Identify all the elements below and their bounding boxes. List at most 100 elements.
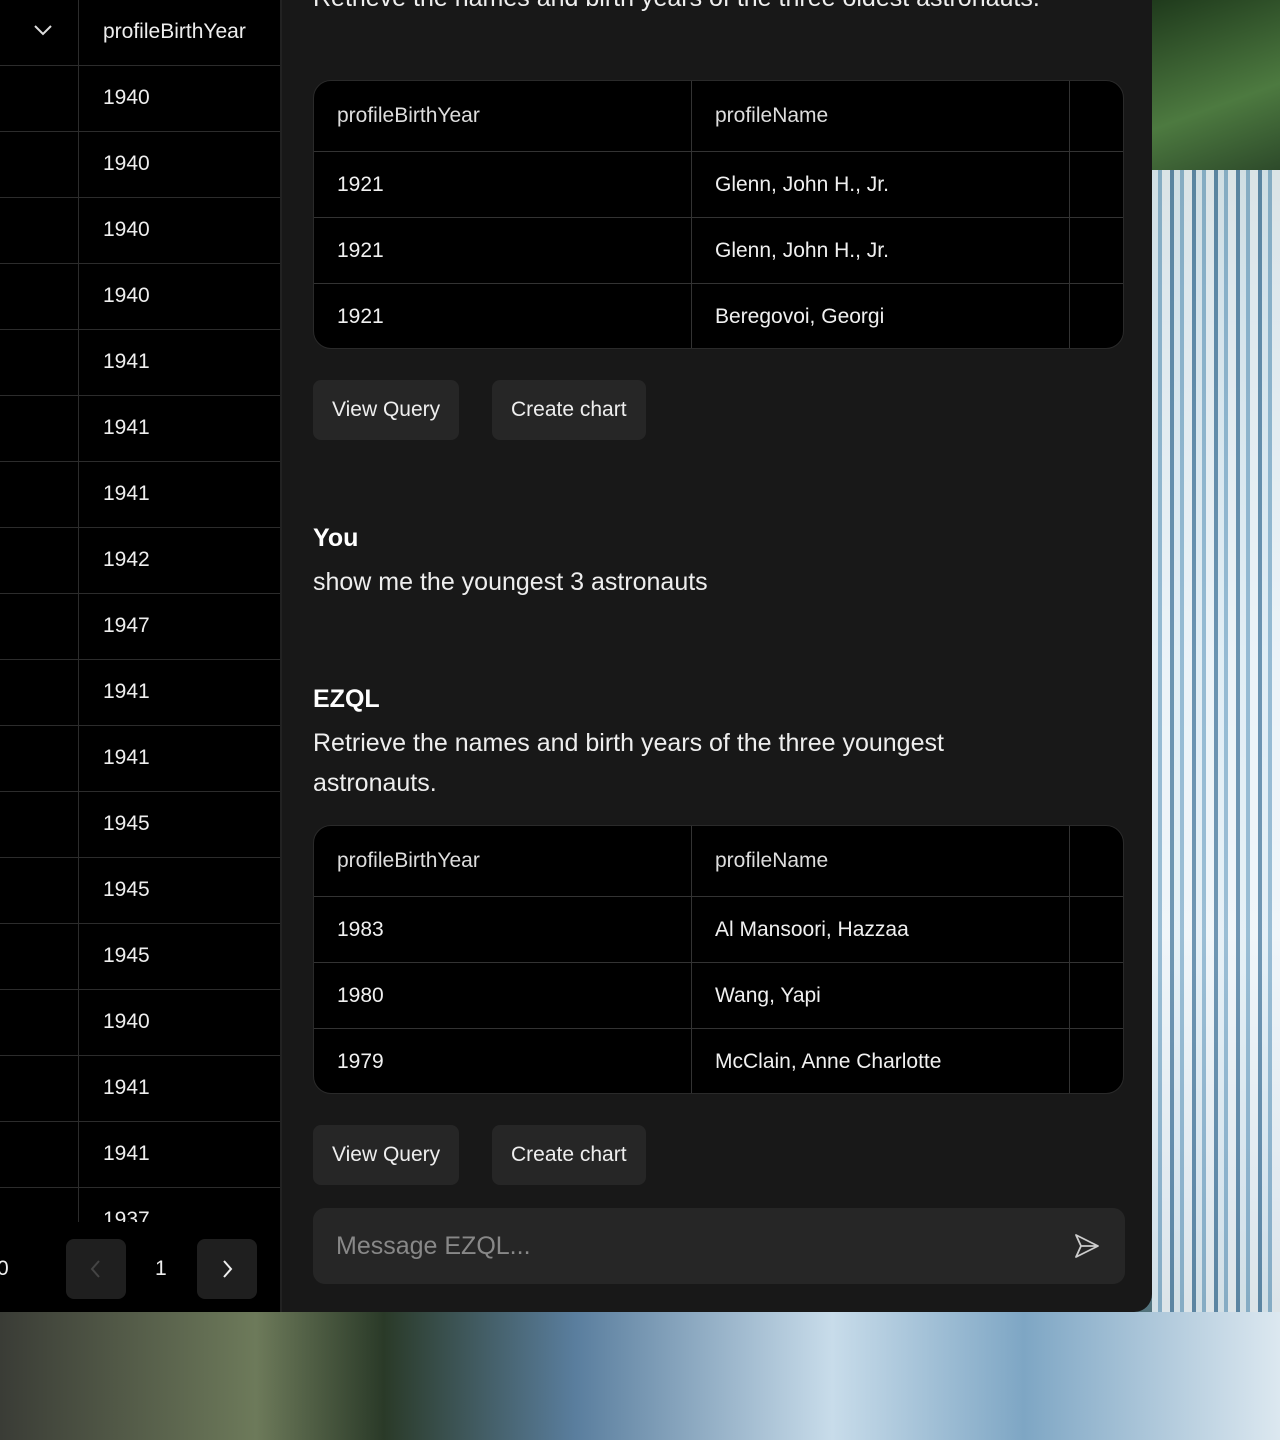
table-row: 1941 xyxy=(0,726,280,792)
cell: 1983 xyxy=(337,918,384,941)
table-header-row: profileBirthYear profileName xyxy=(314,826,1123,897)
cell-birth-year: 1941 xyxy=(103,350,150,373)
row-cell-empty xyxy=(0,594,79,659)
current-page: 1 xyxy=(155,1257,167,1280)
table-row: 1941 xyxy=(0,1056,280,1122)
cell-birth-year: 1940 xyxy=(103,86,150,109)
cell: Wang, Yapi xyxy=(715,984,821,1007)
view-query-button[interactable]: View Query xyxy=(313,1125,460,1185)
bot-message-previous: Retrieve the names and birth years of th… xyxy=(313,0,1053,18)
prev-page-button[interactable] xyxy=(66,1239,126,1299)
row-cell-empty xyxy=(0,528,79,593)
create-chart-button[interactable]: Create chart xyxy=(492,380,646,440)
table-row: 1945 xyxy=(0,792,280,858)
table-row: 1945 xyxy=(0,858,280,924)
cell: 1980 xyxy=(337,984,384,1007)
cell-birth-year: 1945 xyxy=(103,812,150,835)
cell-birth-year: 1942 xyxy=(103,548,150,571)
user-message: show me the youngest 3 astronauts xyxy=(313,568,708,596)
cell-birth-year: 1941 xyxy=(103,746,150,769)
create-chart-button[interactable]: Create chart xyxy=(492,1125,646,1185)
expand-column[interactable] xyxy=(0,0,79,65)
table-row: 1941 xyxy=(0,330,280,396)
message-placeholder: Message EZQL... xyxy=(336,1232,531,1260)
table-row: 1983 Al Mansoori, Hazzaa xyxy=(314,897,1123,963)
column-header[interactable]: profileBirthYear xyxy=(103,0,246,64)
row-cell-empty xyxy=(0,726,79,791)
cell: Al Mansoori, Hazzaa xyxy=(715,918,909,941)
row-count: 0 xyxy=(0,1257,9,1280)
background-waterfall xyxy=(1152,0,1280,1312)
cell: 1921 xyxy=(337,305,384,328)
cell-birth-year: 1940 xyxy=(103,152,150,175)
cell-birth-year: 1940 xyxy=(103,1010,150,1033)
cell-birth-year: 1947 xyxy=(103,614,150,637)
row-cell-empty xyxy=(0,396,79,461)
cell-birth-year: 1940 xyxy=(103,284,150,307)
table-row: 1941 xyxy=(0,660,280,726)
cell-birth-year: 1940 xyxy=(103,218,150,241)
cell: profileBirthYear xyxy=(337,104,480,127)
cell: Glenn, John H., Jr. xyxy=(715,239,889,262)
row-cell-empty xyxy=(0,264,79,329)
row-cell-empty xyxy=(0,858,79,923)
cell: McClain, Anne Charlotte xyxy=(715,1050,942,1073)
table-row: 1942 xyxy=(0,528,280,594)
row-cell-empty xyxy=(0,132,79,197)
table-row: 1941 xyxy=(0,396,280,462)
row-cell-empty xyxy=(0,330,79,395)
cell-birth-year: 1941 xyxy=(103,416,150,439)
table-row: 1945 xyxy=(0,924,280,990)
table-row: 1921 Glenn, John H., Jr. xyxy=(314,218,1123,284)
cell-birth-year: 1945 xyxy=(103,878,150,901)
cell-birth-year: 1945 xyxy=(103,944,150,967)
cell: Glenn, John H., Jr. xyxy=(715,173,889,196)
chat-panel: Retrieve the names and birth years of th… xyxy=(282,0,1152,1312)
table-row: 1940 xyxy=(0,990,280,1056)
table-row: 1921 Beregovoi, Georgi xyxy=(314,284,1123,348)
cell: 1979 xyxy=(337,1050,384,1073)
row-cell-empty xyxy=(0,198,79,263)
table-row: 1940 xyxy=(0,264,280,330)
cell: 1921 xyxy=(337,239,384,262)
table-row: 1940 xyxy=(0,66,280,132)
next-page-button[interactable] xyxy=(197,1239,257,1299)
bot-message: Retrieve the names and birth years of th… xyxy=(313,729,944,797)
result-table-1: profileBirthYear profileName 1921 Glenn, Jo… xyxy=(313,80,1124,349)
cell: profileName xyxy=(715,104,829,127)
table-row: 1980 Wang, Yapi xyxy=(314,963,1123,1029)
bot-label: EZQL xyxy=(313,685,380,713)
cell-birth-year: 1941 xyxy=(103,482,150,505)
row-cell-empty xyxy=(0,1056,79,1121)
message-input[interactable]: Message EZQL... xyxy=(313,1208,1125,1284)
row-cell-empty xyxy=(0,66,79,131)
view-query-button[interactable]: View Query xyxy=(313,380,460,440)
cell-birth-year: 1941 xyxy=(103,1076,150,1099)
row-cell-empty xyxy=(0,1122,79,1187)
user-label: You xyxy=(313,524,359,552)
cell-birth-year: 1941 xyxy=(103,1142,150,1165)
send-icon[interactable] xyxy=(1073,1232,1101,1260)
table-row: 1941 xyxy=(0,462,280,528)
table-header-row: profileBirthYear profileName xyxy=(314,81,1123,152)
table-header-row: profileBirthYear xyxy=(0,0,280,66)
chevron-right-icon xyxy=(223,1260,233,1278)
results-table-panel: profileBirthYear 1940 1940 1940 1940 1941 194… xyxy=(0,0,280,1312)
table-row: 1947 xyxy=(0,594,280,660)
background-foliage xyxy=(1152,0,1280,170)
chevron-down-icon[interactable] xyxy=(33,20,53,40)
table-row: 1921 Glenn, John H., Jr. xyxy=(314,152,1123,218)
result-table-2: profileBirthYear profileName 1983 Al Mansoo… xyxy=(313,825,1124,1094)
row-cell-empty xyxy=(0,924,79,989)
row-cell-empty xyxy=(0,462,79,527)
table-row: 1940 xyxy=(0,198,280,264)
cell-birth-year: 1941 xyxy=(103,680,150,703)
row-cell-empty xyxy=(0,792,79,857)
table-row: 1940 xyxy=(0,132,280,198)
background-rocks xyxy=(0,1312,1280,1440)
cell: profileBirthYear xyxy=(337,849,480,872)
cell: 1921 xyxy=(337,173,384,196)
chevron-left-icon xyxy=(90,1260,100,1278)
table-row: 1979 McClain, Anne Charlotte xyxy=(314,1029,1123,1093)
cell: Beregovoi, Georgi xyxy=(715,305,885,328)
